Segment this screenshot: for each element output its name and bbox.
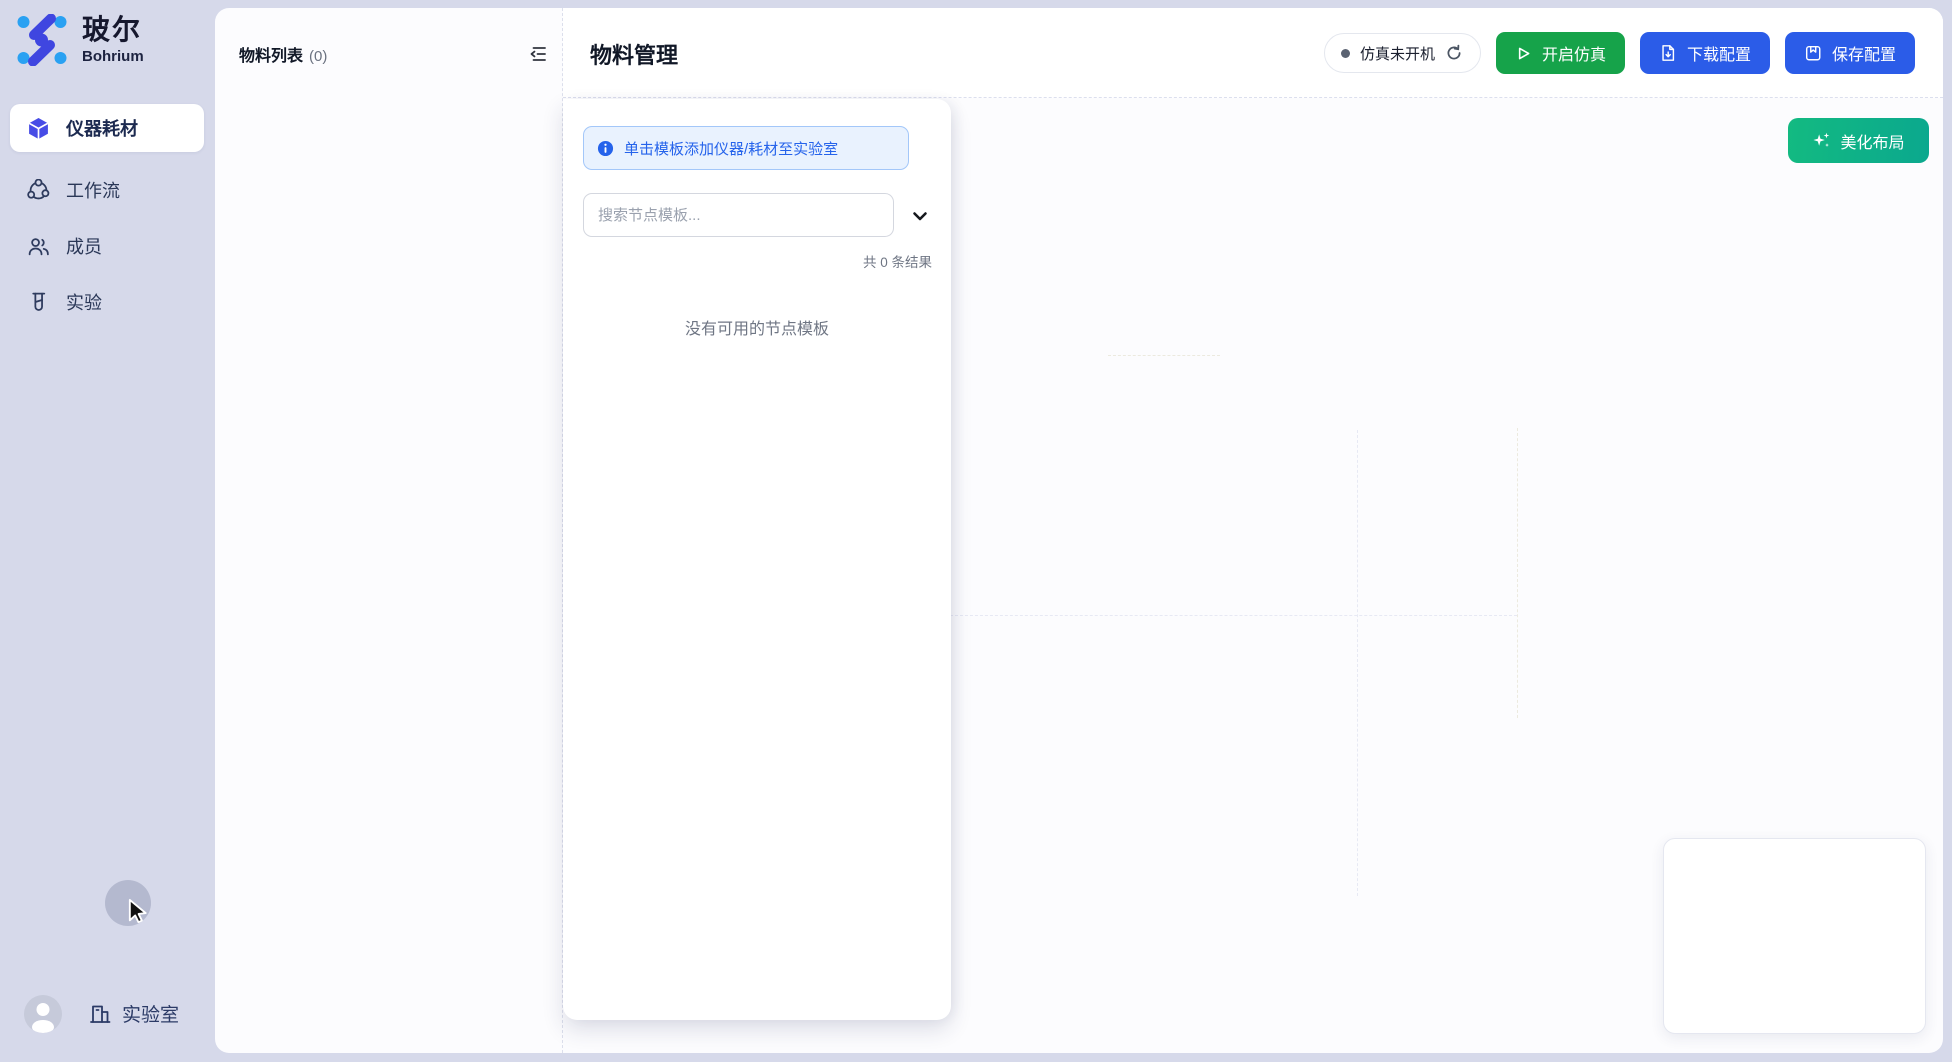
- brand-logo: 玻尔 Bohrium: [16, 14, 144, 66]
- sidebar-item-workflow[interactable]: 工作流: [10, 166, 204, 214]
- sidebar-item-experiments[interactable]: 实验: [10, 278, 204, 326]
- brand-name-en: Bohrium: [82, 48, 144, 65]
- minimap[interactable]: [1663, 838, 1926, 1034]
- brand-name-zh: 玻尔: [82, 16, 144, 44]
- bohrium-logo-icon: [16, 14, 68, 66]
- save-icon: [1804, 44, 1822, 62]
- sidebar-item-label: 工作流: [66, 177, 120, 203]
- members-icon: [26, 234, 50, 258]
- material-list-count: (0): [309, 48, 327, 65]
- save-config-button[interactable]: 保存配置: [1785, 32, 1915, 74]
- header-actions: 仿真未开机 开启仿真: [1324, 32, 1915, 74]
- sidebar-item-label: 仪器耗材: [66, 115, 138, 141]
- sidebar-item-label: 成员: [66, 233, 102, 259]
- sidebar-item-members[interactable]: 成员: [10, 222, 204, 270]
- sparkles-icon: [1812, 131, 1831, 150]
- download-config-button[interactable]: 下载配置: [1640, 32, 1770, 74]
- chevron-down-icon[interactable]: [908, 204, 932, 228]
- start-simulation-button[interactable]: 开启仿真: [1496, 32, 1625, 74]
- empty-template-message: 没有可用的节点模板: [563, 315, 951, 339]
- building-icon: [88, 1002, 112, 1026]
- collapse-panel-icon[interactable]: [526, 42, 550, 66]
- workflow-icon: [26, 178, 50, 202]
- avatar[interactable]: [24, 995, 62, 1033]
- info-icon: [597, 140, 614, 157]
- cube-icon: [26, 116, 50, 140]
- main-canvas: 物料列表(0) 物料管理 仿真未开机: [215, 8, 1943, 1053]
- app-root: { "brand": { "name_zh": "玻尔", "name_en":…: [0, 0, 1952, 1062]
- page-header: 物料管理 仿真未开机 开启仿真: [563, 8, 1943, 98]
- lab-switcher-label: 实验室: [122, 1000, 179, 1027]
- status-dot-icon: [1341, 49, 1350, 58]
- simulation-status-pill: 仿真未开机: [1324, 33, 1481, 73]
- material-list-title: 物料列表(0): [239, 42, 327, 66]
- template-hint-text: 单击模板添加仪器/耗材至实验室: [624, 138, 838, 159]
- template-hint-banner: 单击模板添加仪器/耗材至实验室: [583, 126, 909, 170]
- result-count: 共 0 条结果: [863, 251, 932, 271]
- page-title: 物料管理: [590, 38, 678, 70]
- file-download-icon: [1659, 44, 1677, 62]
- canvas-guide-line: [1108, 355, 1220, 356]
- canvas-guide-line: [1517, 428, 1518, 718]
- test-tube-icon: [26, 290, 50, 314]
- status-label: 仿真未开机: [1360, 43, 1435, 64]
- mouse-cursor: [124, 897, 152, 925]
- sidebar-item-label: 实验: [66, 289, 102, 315]
- beautify-layout-button[interactable]: 美化布局: [1788, 118, 1929, 163]
- sidebar-item-instruments[interactable]: 仪器耗材: [10, 104, 204, 152]
- refresh-icon[interactable]: [1445, 44, 1464, 63]
- canvas-guide-line: [945, 615, 1517, 616]
- play-icon: [1515, 45, 1532, 62]
- canvas-guide-line: [1357, 430, 1358, 896]
- sidebar: 玻尔 Bohrium 仪器耗材 工作流: [0, 0, 214, 1062]
- lab-switcher[interactable]: 实验室: [88, 1000, 179, 1027]
- search-input[interactable]: [583, 193, 894, 237]
- template-panel: 单击模板添加仪器/耗材至实验室 共 0 条结果 没有可用的节点模板: [563, 99, 951, 1020]
